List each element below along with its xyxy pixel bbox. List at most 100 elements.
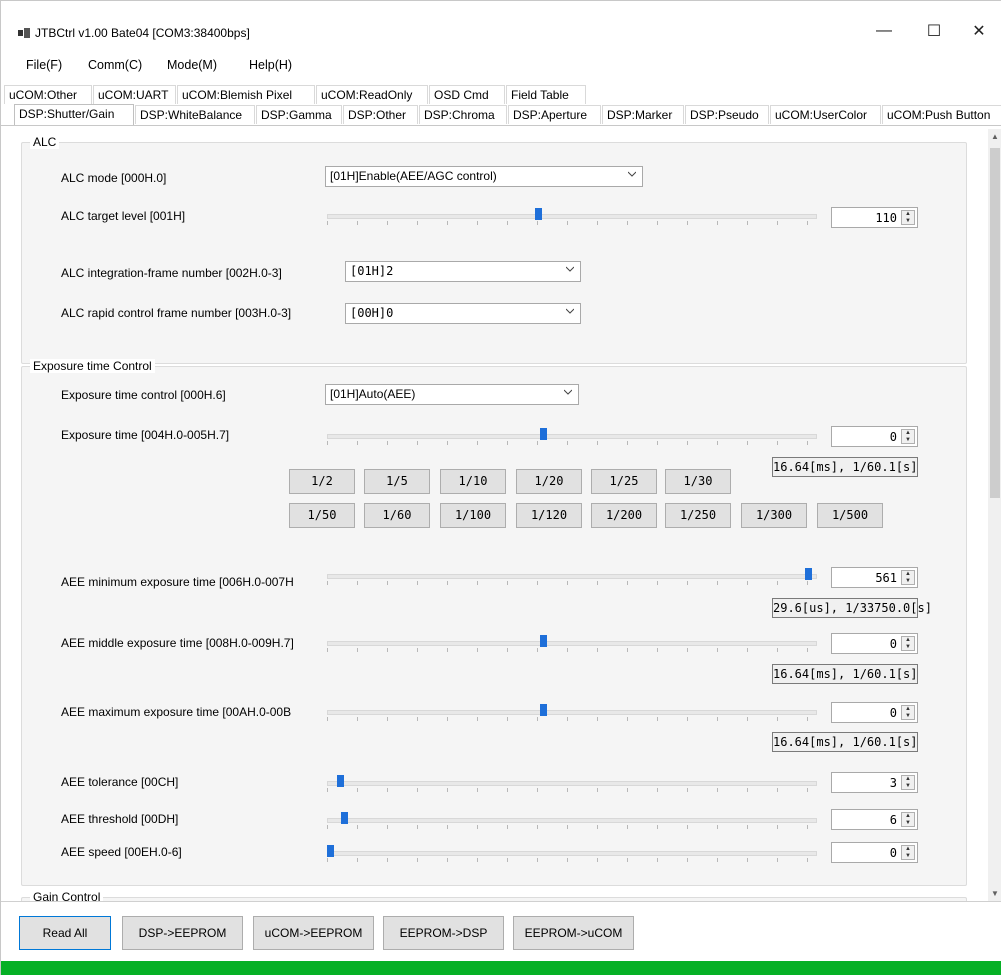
tab-dsp-aperture[interactable]: DSP:Aperture — [508, 105, 601, 124]
alc-integration-value: [01H]2 — [350, 264, 394, 278]
tab-dsp-pseudo[interactable]: DSP:Pseudo — [685, 105, 769, 124]
menu-mode[interactable]: Mode(M) — [167, 58, 217, 72]
dsp-to-eeprom-button[interactable]: DSP->EEPROM — [122, 916, 243, 950]
tab-dsp-marker[interactable]: DSP:Marker — [602, 105, 684, 124]
aee-tolerance-slider[interactable] — [327, 774, 817, 796]
tab-dsp-whitebalance[interactable]: DSP:WhiteBalance — [135, 105, 255, 124]
slider-ticks — [327, 441, 817, 445]
slider-thumb[interactable] — [327, 845, 334, 857]
shutter-preset-button[interactable]: 1/30 — [665, 469, 731, 494]
aee-threshold-label: AEE threshold [00DH] — [61, 812, 179, 826]
aee-max-spinbox[interactable]: 0 ▲ ▼ — [831, 702, 918, 723]
slider-track — [327, 851, 817, 856]
close-button[interactable]: ✕ — [956, 15, 1001, 47]
slider-thumb[interactable] — [535, 208, 542, 220]
aee-speed-slider[interactable] — [327, 844, 817, 866]
read-all-button[interactable]: Read All — [19, 916, 111, 950]
scrollbar-thumb[interactable] — [990, 148, 1000, 498]
slider-ticks — [327, 221, 817, 225]
tab-ucom-readonly[interactable]: uCOM:ReadOnly — [316, 85, 428, 104]
spin-arrows-icon[interactable]: ▲ ▼ — [901, 636, 915, 651]
minimize-button[interactable]: — — [861, 15, 907, 47]
eeprom-to-dsp-button[interactable]: EEPROM->DSP — [383, 916, 504, 950]
tab-ucom-usercolor[interactable]: uCOM:UserColor — [770, 105, 881, 124]
eeprom-to-ucom-button[interactable]: EEPROM->uCOM — [513, 916, 634, 950]
spin-arrows-icon[interactable]: ▲ ▼ — [901, 812, 915, 827]
exposure-time-slider[interactable] — [327, 427, 817, 449]
aee-tolerance-label: AEE tolerance [00CH] — [61, 775, 179, 789]
scroll-down-icon[interactable]: ▼ — [991, 889, 999, 898]
shutter-preset-button[interactable]: 1/100 — [440, 503, 506, 528]
tab-dsp-other[interactable]: DSP:Other — [343, 105, 418, 124]
tab-dsp-chroma[interactable]: DSP:Chroma — [419, 105, 507, 124]
shutter-preset-button[interactable]: 1/120 — [516, 503, 582, 528]
slider-track — [327, 574, 817, 579]
scroll-up-icon[interactable]: ▲ — [991, 132, 999, 141]
aee-mid-slider[interactable] — [327, 634, 817, 656]
tab-ucom-push-button[interactable]: uCOM:Push Button — [882, 105, 1001, 124]
aee-min-value: 561 — [875, 571, 897, 585]
exposure-time-label: Exposure time [004H.0-005H.7] — [61, 428, 230, 442]
aee-speed-value: 0 — [889, 846, 897, 860]
spin-arrows-icon[interactable]: ▲ ▼ — [901, 845, 915, 860]
alc-rapid-select[interactable]: [00H]0 — [345, 303, 581, 324]
shutter-preset-button[interactable]: 1/200 — [591, 503, 657, 528]
spin-arrows-icon[interactable]: ▲ ▼ — [901, 775, 915, 790]
exposure-time-spinbox[interactable]: 0 ▲ ▼ — [831, 426, 918, 447]
spin-arrows-icon[interactable]: ▲ ▼ — [901, 429, 915, 444]
shutter-preset-button[interactable]: 1/25 — [591, 469, 657, 494]
slider-thumb[interactable] — [805, 568, 812, 580]
alc-target-slider[interactable] — [327, 207, 817, 229]
aee-threshold-value: 6 — [889, 813, 897, 827]
exposure-group-title: Exposure time Control — [30, 359, 155, 373]
shutter-preset-button[interactable]: 1/20 — [516, 469, 582, 494]
alc-target-spinbox[interactable]: 110 ▲ ▼ — [831, 207, 918, 228]
spin-arrows-icon[interactable]: ▲ ▼ — [901, 210, 915, 225]
aee-min-slider[interactable] — [327, 567, 817, 589]
aee-mid-spinbox[interactable]: 0 ▲ ▼ — [831, 633, 918, 654]
tab-field-table[interactable]: Field Table — [506, 85, 586, 104]
tab-osd-cmd[interactable]: OSD Cmd — [429, 85, 505, 104]
slider-thumb[interactable] — [540, 704, 547, 716]
exposure-time-value: 0 — [889, 430, 897, 444]
shutter-preset-button[interactable]: 1/250 — [665, 503, 731, 528]
shutter-preset-button[interactable]: 1/2 — [289, 469, 355, 494]
menu-help[interactable]: Help(H) — [249, 58, 292, 72]
aee-min-spinbox[interactable]: 561 ▲ ▼ — [831, 567, 918, 588]
tab-ucom-uart[interactable]: uCOM:UART — [93, 85, 176, 104]
aee-speed-spinbox[interactable]: 0 ▲ ▼ — [831, 842, 918, 863]
menu-file[interactable]: File(F) — [26, 58, 62, 72]
slider-track — [327, 710, 817, 715]
slider-track — [327, 641, 817, 646]
tab-dsp-shutter-gain[interactable]: DSP:Shutter/Gain — [14, 104, 134, 125]
tab-ucom-blemish-pixel[interactable]: uCOM:Blemish Pixel — [177, 85, 315, 104]
alc-mode-select[interactable]: [01H]Enable(AEE/AGC control) — [325, 166, 643, 187]
shutter-preset-button[interactable]: 1/60 — [364, 503, 430, 528]
ucom-to-eeprom-button[interactable]: uCOM->EEPROM — [253, 916, 374, 950]
aee-threshold-spinbox[interactable]: 6 ▲ ▼ — [831, 809, 918, 830]
aee-tolerance-spinbox[interactable]: 3 ▲ ▼ — [831, 772, 918, 793]
shutter-preset-button[interactable]: 1/10 — [440, 469, 506, 494]
shutter-preset-button[interactable]: 1/500 — [817, 503, 883, 528]
spin-arrows-icon[interactable]: ▲ ▼ — [901, 570, 915, 585]
tab-dsp-gamma[interactable]: DSP:Gamma — [256, 105, 342, 124]
shutter-preset-button[interactable]: 1/5 — [364, 469, 430, 494]
tab-divider — [1, 125, 1001, 126]
slider-thumb[interactable] — [540, 635, 547, 647]
vertical-scrollbar[interactable]: ▲ ▼ — [988, 129, 1001, 901]
spin-arrows-icon[interactable]: ▲ ▼ — [901, 705, 915, 720]
exposure-control-select[interactable]: [01H]Auto(AEE) — [325, 384, 579, 405]
tab-ucom-other[interactable]: uCOM:Other — [4, 85, 92, 104]
menu-comm[interactable]: Comm(C) — [88, 58, 142, 72]
shutter-preset-button[interactable]: 1/50 — [289, 503, 355, 528]
alc-integration-select[interactable]: [01H]2 — [345, 261, 581, 282]
aee-max-slider[interactable] — [327, 703, 817, 725]
aee-threshold-slider[interactable] — [327, 811, 817, 833]
exposure-control-label: Exposure time control [000H.6] — [61, 388, 226, 402]
slider-ticks — [327, 788, 817, 792]
maximize-button[interactable]: ☐ — [911, 15, 957, 47]
slider-thumb[interactable] — [540, 428, 547, 440]
slider-thumb[interactable] — [337, 775, 344, 787]
slider-thumb[interactable] — [341, 812, 348, 824]
shutter-preset-button[interactable]: 1/300 — [741, 503, 807, 528]
